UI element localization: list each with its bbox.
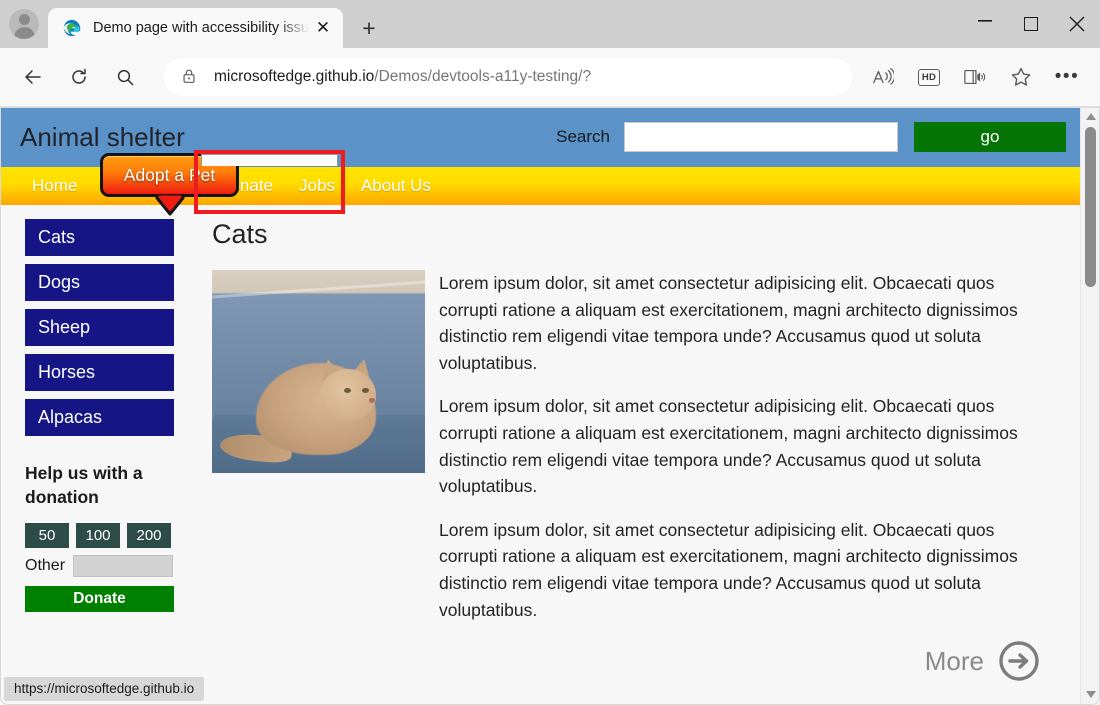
account-avatar-icon [9,9,39,39]
paragraph-1: Lorem ipsum dolor, sit amet consectetur … [439,270,1040,376]
lock-icon [180,67,200,87]
search-icon [115,67,135,87]
site-search: Search go [556,122,1066,152]
nav-item-adopt-a-pet[interactable]: Adopt a Pet [100,153,239,216]
ellipsis-icon: ••• [1055,66,1079,88]
donation-other-row: Other [25,555,200,577]
tab-title: Demo page with accessibility issu [93,20,309,36]
page-scrollbar[interactable] [1080,107,1100,705]
search-label: Search [556,127,610,147]
toolbar-actions: HD ••• [860,58,1090,96]
donation-amount-100[interactable]: 100 [76,523,120,548]
sidebar: Cats Dogs Sheep Horses Alpacas Help us w… [0,219,200,682]
focus-outline [201,154,338,166]
more-label: More [925,646,984,677]
cat-photo-image [212,270,425,473]
site-nav: Home Adopt a Pet Donate Jobs About Us Ad… [0,167,1080,205]
donation-amount-50[interactable]: 50 [25,523,69,548]
scroll-down-arrow-icon[interactable] [1081,685,1100,703]
nav-item-home[interactable]: Home [32,176,77,196]
favorite-button[interactable] [1002,58,1040,96]
nav-item-about-us[interactable]: About Us [361,176,431,196]
star-icon [1010,66,1032,88]
profile-button[interactable] [0,0,48,48]
main-content: Cats [200,219,1080,682]
nav-active-pointer-icon [155,194,185,216]
paragraph-3: Lorem ipsum dolor, sit amet consectetur … [439,517,1040,623]
page-title: Cats [212,219,1040,250]
sidebar-item-cats[interactable]: Cats [25,219,174,256]
refresh-button[interactable] [60,58,98,96]
search-input[interactable] [624,122,898,152]
sidebar-item-horses[interactable]: Horses [25,354,174,391]
new-tab-button[interactable]: + [349,8,389,48]
address-bar-text: microsoftedge.github.io/Demos/devtools-a… [214,68,844,86]
donation-other-label: Other [25,557,65,575]
donate-button[interactable]: Donate [25,586,174,612]
page-body: Cats Dogs Sheep Horses Alpacas Help us w… [0,205,1080,682]
minimize-button[interactable] [962,0,1008,48]
donation-heading: Help us with a donation [25,462,165,509]
browser-window: Demo page with accessibility issu ✕ + [0,0,1100,705]
url-host: microsoftedge.github.io [214,68,374,85]
scroll-up-arrow-icon[interactable] [1081,107,1100,125]
address-bar[interactable]: microsoftedge.github.io/Demos/devtools-a… [164,58,852,96]
sidebar-item-dogs[interactable]: Dogs [25,264,174,301]
paragraph-2: Lorem ipsum dolor, sit amet consectetur … [439,393,1040,499]
immersive-reader-button[interactable] [956,58,994,96]
hd-video-button[interactable]: HD [910,58,948,96]
scrollbar-thumb[interactable] [1085,127,1096,287]
immersive-reader-icon [963,67,987,87]
edge-logo-icon [62,18,82,38]
nav-item-jobs[interactable]: Jobs [299,176,335,196]
article-paragraphs: Lorem ipsum dolor, sit amet consectetur … [439,270,1040,682]
article: Lorem ipsum dolor, sit amet consectetur … [212,270,1040,682]
back-arrow-icon [23,67,43,87]
maximize-button[interactable] [1008,0,1054,48]
hd-badge: HD [918,69,940,86]
read-aloud-icon [872,67,894,87]
browser-tab[interactable]: Demo page with accessibility issu ✕ [48,8,343,48]
read-aloud-button[interactable] [864,58,902,96]
refresh-icon [69,67,89,87]
search-go-button[interactable]: go [914,122,1066,152]
donation-other-input[interactable] [73,555,173,577]
web-page: Animal shelter Search go Home Adopt a Pe… [0,107,1080,705]
more-link[interactable]: More [439,640,1040,682]
tab-close-icon[interactable]: ✕ [309,14,337,42]
back-button[interactable] [14,58,52,96]
site-title: Animal shelter [20,122,185,153]
arrow-circle-right-icon [998,640,1040,682]
page-viewport: Animal shelter Search go Home Adopt a Pe… [0,106,1100,705]
maximize-icon [1024,17,1038,31]
close-window-button[interactable] [1054,0,1100,48]
url-path: /Demos/devtools-a11y-testing/? [374,68,591,85]
toolbar-search-button[interactable] [106,58,144,96]
sidebar-item-alpacas[interactable]: Alpacas [25,399,174,436]
settings-and-more-button[interactable]: ••• [1048,58,1086,96]
donation-amount-row: 50 100 200 [25,523,200,548]
sidebar-item-sheep[interactable]: Sheep [25,309,174,346]
tab-strip: Demo page with accessibility issu ✕ + [0,0,1100,48]
browser-toolbar: microsoftedge.github.io/Demos/devtools-a… [0,48,1100,106]
status-bar-url: https://microsoftedge.github.io [4,677,204,701]
window-controls [962,0,1100,48]
donation-amount-200[interactable]: 200 [127,523,171,548]
